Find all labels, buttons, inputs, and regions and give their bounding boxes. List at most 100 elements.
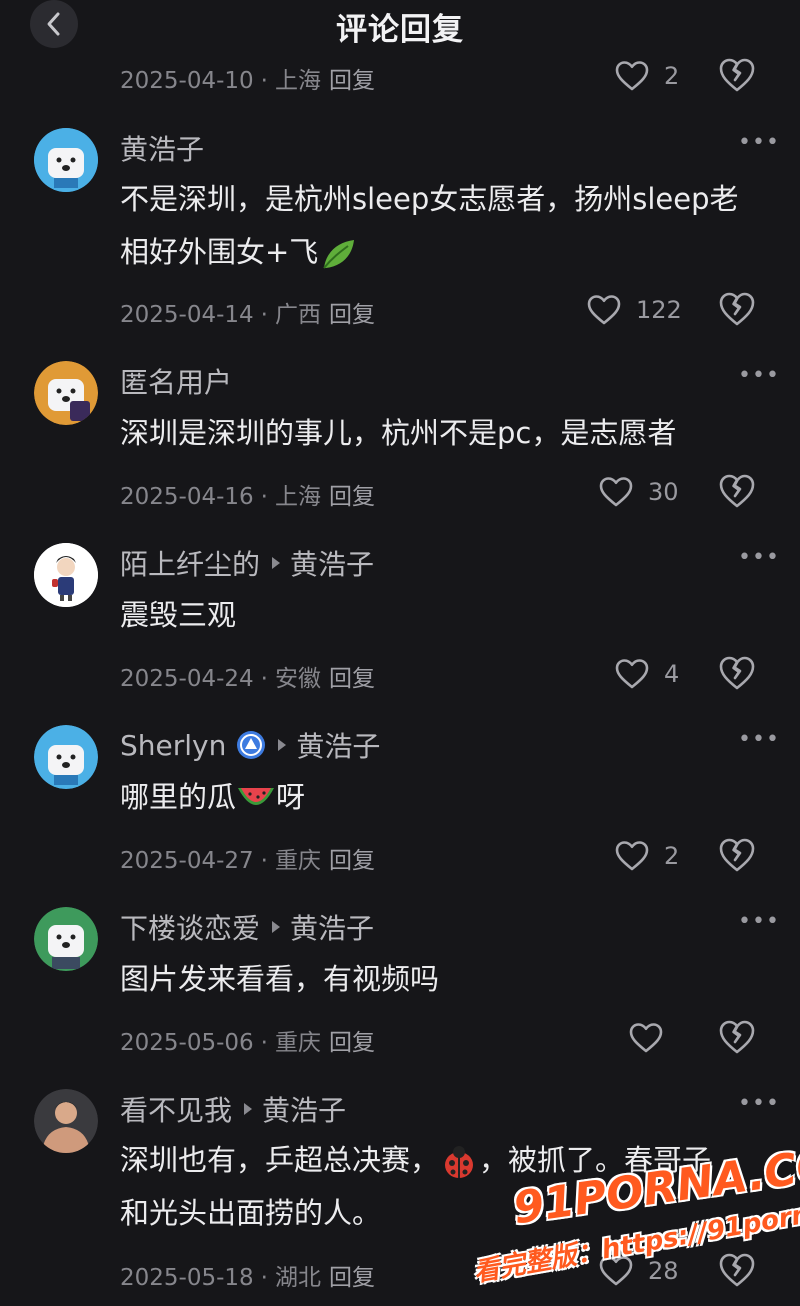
broken-heart-icon <box>719 656 755 690</box>
like-button[interactable]: 2 <box>614 56 679 96</box>
reply-button[interactable]: 回复 <box>329 848 375 874</box>
heart-outline-icon <box>629 1023 663 1053</box>
avatar[interactable] <box>34 543 98 607</box>
leaf-emoji-icon <box>323 240 355 269</box>
comment-text-part: 哪里的瓜 <box>120 780 237 814</box>
reply-arrow-icon <box>244 1103 253 1115</box>
header-bar: 评论回复 <box>0 0 800 50</box>
comment-text-part: 不是深圳，是杭州sleep女志愿者，扬州sleep老 <box>120 182 739 216</box>
dislike-button[interactable] <box>718 472 756 510</box>
avatar[interactable] <box>34 361 98 425</box>
like-count: 30 <box>648 478 679 506</box>
more-options-button[interactable]: ••• <box>738 130 780 155</box>
comment-author[interactable]: 看不见我 黄浩子 <box>120 1089 346 1129</box>
cartoon-person-avatar-icon <box>34 543 98 607</box>
dislike-button[interactable] <box>718 56 756 94</box>
reply-to-name: 黄浩子 <box>296 730 381 763</box>
comment-author[interactable]: 匿名用户 <box>120 361 232 401</box>
comment-author[interactable]: Sherlyn 黄浩子 <box>120 725 380 765</box>
heart-outline-icon <box>615 61 649 91</box>
verified-badge-icon <box>237 731 266 759</box>
more-dots-icon: ••• <box>738 1091 780 1116</box>
heart-outline-icon <box>587 295 621 325</box>
comment-author[interactable]: 下楼谈恋爱 黄浩子 <box>120 907 374 947</box>
comment-author[interactable]: 陌上纤尘的 黄浩子 <box>120 543 374 583</box>
avatar[interactable] <box>34 128 98 192</box>
watermelon-emoji-icon <box>238 788 275 805</box>
comment-date: 2025-04-27 <box>120 848 254 874</box>
comment-meta: 2025-04-14 · 广西 回复 <box>120 302 375 328</box>
comment-text: 不是深圳，是杭州sleep女志愿者，扬州sleep老 相好外围女+飞 <box>120 173 770 279</box>
reply-arrow-icon <box>278 739 287 751</box>
more-options-button[interactable]: ••• <box>738 909 780 934</box>
heart-outline-icon <box>615 659 649 689</box>
reply-to-name: 黄浩子 <box>290 548 375 581</box>
comment-location: 重庆 <box>274 848 321 874</box>
dislike-button[interactable] <box>718 290 756 328</box>
like-button[interactable]: 122 <box>586 290 682 330</box>
dislike-button[interactable] <box>718 836 756 874</box>
puppy-avatar-icon <box>34 361 98 425</box>
more-dots-icon: ••• <box>738 727 780 752</box>
comment-item: 下楼谈恋爱 黄浩子 ••• 图片发来看看，有视频吗 2025-05-06 · 重庆 回复 <box>0 901 800 1061</box>
like-button[interactable]: 4 <box>614 654 679 694</box>
more-options-button[interactable]: ••• <box>738 727 780 752</box>
dislike-button[interactable] <box>718 654 756 692</box>
reply-button[interactable]: 回复 <box>329 68 375 94</box>
heart-outline-icon <box>615 841 649 871</box>
like-count: 2 <box>664 62 680 90</box>
avatar[interactable] <box>34 1089 98 1153</box>
comment-location: 上海 <box>274 484 321 510</box>
reply-to-name: 黄浩子 <box>262 1094 347 1127</box>
like-count: 2 <box>664 842 680 870</box>
author-name: 匿名用户 <box>120 366 233 399</box>
comment-date: 2025-05-18 <box>120 1265 254 1291</box>
comment-author[interactable]: 黄浩子 <box>120 128 204 168</box>
comment-meta: 2025-04-27 · 重庆 回复 <box>120 848 375 874</box>
broken-heart-icon <box>719 838 755 872</box>
reply-button[interactable]: 回复 <box>329 1265 375 1291</box>
comment-text-part: 和光头出面捞的人。 <box>120 1196 382 1230</box>
like-button[interactable]: 30 <box>598 472 679 512</box>
like-count: 122 <box>636 296 682 324</box>
comment-date: 2025-05-06 <box>120 1030 254 1056</box>
reply-arrow-icon <box>272 557 281 569</box>
reply-button[interactable]: 回复 <box>329 666 375 692</box>
comment-date: 2025-04-24 <box>120 666 254 692</box>
reply-button[interactable]: 回复 <box>329 484 375 510</box>
more-options-button[interactable]: ••• <box>738 1091 780 1116</box>
puppy-avatar-icon <box>34 907 98 971</box>
more-dots-icon: ••• <box>738 130 780 155</box>
broken-heart-icon <box>719 474 755 508</box>
comment-meta: 2025-05-18 · 湖北 回复 <box>120 1265 375 1291</box>
like-button[interactable] <box>628 1018 664 1058</box>
comment-location: 上海 <box>274 68 321 94</box>
comment-text: 震毁三观 <box>120 598 237 632</box>
reply-button[interactable]: 回复 <box>329 302 375 328</box>
comment-item: 黄浩子 ••• 不是深圳，是杭州sleep女志愿者，扬州sleep老 相好外围女… <box>0 120 800 335</box>
like-count: 28 <box>648 1257 679 1285</box>
comment-meta: 2025-05-06 · 重庆 回复 <box>120 1030 375 1056</box>
reply-to-name: 黄浩子 <box>290 912 375 945</box>
reply-button[interactable]: 回复 <box>329 1030 375 1056</box>
broken-heart-icon <box>719 292 755 326</box>
broken-heart-icon <box>719 1253 755 1287</box>
comment-date: 2025-04-10 <box>120 68 254 94</box>
more-dots-icon: ••• <box>738 909 780 934</box>
comment-meta: 2025-04-24 · 安徽 回复 <box>120 666 375 692</box>
more-dots-icon: ••• <box>738 363 780 388</box>
like-button[interactable]: 2 <box>614 836 679 876</box>
more-options-button[interactable]: ••• <box>738 545 780 570</box>
avatar[interactable] <box>34 907 98 971</box>
comment-item: 陌上纤尘的 黄浩子 ••• 震毁三观 2025-04-24 · 安徽 回复 4 <box>0 537 800 697</box>
reply-arrow-icon <box>272 921 281 933</box>
avatar[interactable] <box>34 725 98 789</box>
comment-text-part: 相好外围女+飞 <box>120 235 319 269</box>
comment-item: Sherlyn 黄浩子 ••• 哪里的瓜 呀 2025-04-27 · 重庆 回复 2 <box>0 719 800 879</box>
dislike-button[interactable] <box>718 1018 756 1056</box>
more-options-button[interactable]: ••• <box>738 363 780 388</box>
comment-text-part: 深圳也有，乒超总决赛， <box>120 1143 440 1177</box>
comment-location: 重庆 <box>274 1030 321 1056</box>
page-title: 评论回复 <box>336 12 464 48</box>
dislike-button[interactable] <box>718 1251 756 1289</box>
